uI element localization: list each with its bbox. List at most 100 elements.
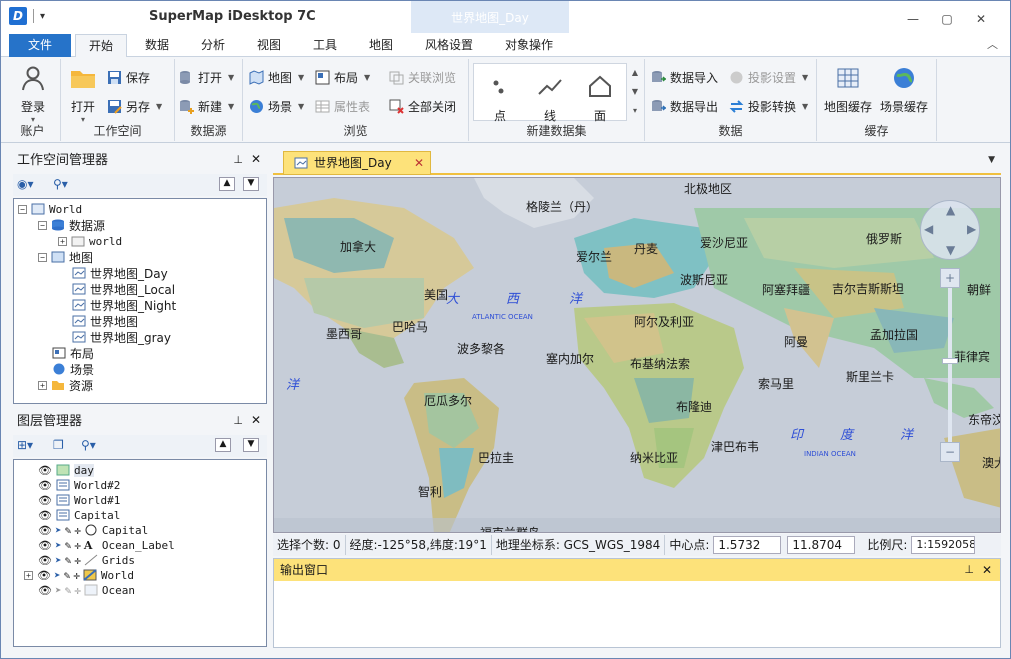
- tree-item-datasource-world[interactable]: + world: [58, 233, 122, 249]
- tree-item-maps[interactable]: − 地图: [38, 249, 93, 265]
- move-down-icon[interactable]: ▼: [243, 438, 259, 452]
- selectable-arrow-icon[interactable]: ➤: [54, 569, 61, 582]
- zoom-in-icon[interactable]: +: [940, 268, 960, 288]
- data-export-button[interactable]: 数据导出: [651, 96, 718, 116]
- editable-pencil-icon[interactable]: ✎: [65, 539, 72, 552]
- pan-right-icon[interactable]: ▶: [967, 222, 976, 236]
- close-all-button[interactable]: 全部关闭: [389, 96, 456, 116]
- editable-pencil-icon[interactable]: ✎: [65, 584, 72, 597]
- selectable-arrow-icon[interactable]: ➤: [55, 524, 62, 537]
- layer-row-capital-thematic[interactable]: 👁 Capital: [38, 507, 120, 523]
- tree-item-map-gray[interactable]: 世界地图_gray: [72, 329, 171, 345]
- visibility-eye-icon[interactable]: 👁: [38, 524, 52, 537]
- zoom-thumb[interactable]: [942, 358, 958, 364]
- map-button[interactable]: 地图 ▼: [249, 67, 304, 87]
- tab-view[interactable]: 视图: [245, 34, 293, 57]
- layer-row-grids[interactable]: 👁 ➤ ✎ ✛ Grids: [38, 552, 135, 568]
- document-tab-map-day[interactable]: 世界地图_Day ✕: [283, 151, 431, 175]
- tab-data[interactable]: 数据: [133, 34, 181, 57]
- pin-icon[interactable]: ⊥: [233, 153, 243, 166]
- login-button[interactable]: 登录 ▾: [11, 65, 55, 124]
- layout-button[interactable]: 布局 ▼: [315, 67, 370, 87]
- zoom-track[interactable]: [948, 288, 952, 444]
- visibility-eye-icon[interactable]: 👁: [38, 539, 52, 552]
- pin-icon[interactable]: ⊥: [233, 414, 243, 427]
- layer-row-world[interactable]: + 👁 ➤ ✎ ✛ World: [24, 567, 134, 583]
- save-button[interactable]: 保存: [107, 67, 150, 87]
- tree-item-world-workspace[interactable]: − World: [18, 201, 82, 217]
- close-panel-icon[interactable]: ✕: [982, 559, 992, 581]
- selectable-arrow-icon[interactable]: ➤: [55, 554, 62, 567]
- pin-icon[interactable]: ⊥: [964, 559, 974, 581]
- snap-icon[interactable]: ✛: [74, 584, 81, 597]
- search-icon[interactable]: ⚲▾: [53, 177, 68, 191]
- tree-item-datasources[interactable]: − 数据源: [38, 217, 105, 233]
- tab-style-settings[interactable]: 风格设置: [415, 34, 483, 57]
- tab-list-dropdown-icon[interactable]: ▼: [988, 155, 995, 165]
- search-icon[interactable]: ⚲▾: [81, 438, 96, 452]
- snap-icon[interactable]: ✛: [74, 554, 81, 567]
- link-browse-button[interactable]: 关联浏览: [389, 67, 456, 87]
- save-as-button[interactable]: 另存 ▼: [107, 96, 162, 116]
- selectable-arrow-icon[interactable]: ➤: [55, 539, 62, 552]
- tree-item-map-local[interactable]: 世界地图_Local: [72, 281, 175, 297]
- visibility-eye-icon[interactable]: 👁: [38, 494, 52, 507]
- zoom-slider[interactable]: + −: [940, 268, 960, 464]
- close-panel-icon[interactable]: ✕: [251, 413, 261, 427]
- scene-button[interactable]: 场景 ▼: [249, 96, 304, 116]
- snap-icon[interactable]: ✛: [74, 524, 81, 537]
- visibility-eye-icon[interactable]: 👁: [38, 479, 52, 492]
- open-datasource-button[interactable]: 打开 ▼: [179, 67, 234, 87]
- tab-file[interactable]: 文件: [9, 34, 71, 57]
- projection-convert-button[interactable]: 投影转换 ▼: [729, 96, 808, 116]
- selectable-arrow-icon[interactable]: ➤: [55, 584, 62, 597]
- zoom-out-icon[interactable]: −: [940, 442, 960, 462]
- collapse-icon[interactable]: −: [38, 220, 47, 230]
- new-datasource-button[interactable]: 新建 ▼: [179, 96, 234, 116]
- snap-icon[interactable]: ✛: [73, 569, 80, 582]
- layer-row-ocean[interactable]: 👁 ➤ ✎ ✛ Ocean: [38, 582, 135, 598]
- layer-row-day[interactable]: 👁 day: [38, 462, 94, 478]
- pan-left-icon[interactable]: ◀: [924, 222, 933, 236]
- visibility-eye-icon[interactable]: 👁: [38, 554, 52, 567]
- minimize-button[interactable]: —: [896, 9, 930, 29]
- close-panel-icon[interactable]: ✕: [251, 152, 261, 166]
- map-cache-button[interactable]: 地图缓存: [821, 65, 875, 115]
- tree-item-map-day[interactable]: 世界地图_Day: [72, 265, 168, 281]
- data-import-button[interactable]: 数据导入: [651, 67, 718, 87]
- new-point-button[interactable]: 点: [480, 74, 520, 124]
- tree-item-resources[interactable]: + 资源: [38, 377, 93, 393]
- tree-item-map-night[interactable]: 世界地图_Night: [72, 297, 176, 313]
- collapse-ribbon-icon[interactable]: ︿: [987, 36, 998, 52]
- editable-pencil-icon[interactable]: ✎: [65, 554, 72, 567]
- pan-control[interactable]: ▲ ▼ ◀ ▶: [920, 200, 980, 260]
- tab-object-operations[interactable]: 对象操作: [495, 34, 563, 57]
- maximize-button[interactable]: ▢: [930, 9, 964, 29]
- new-line-button[interactable]: 线: [530, 74, 570, 124]
- move-up-icon[interactable]: ▲: [215, 438, 231, 452]
- layer-row-world2[interactable]: 👁 World#2: [38, 477, 120, 493]
- add-layer-icon[interactable]: ⊞▾: [17, 438, 33, 452]
- layer-row-ocean-label[interactable]: 👁 ➤ ✎ ✛ A Ocean_Label: [38, 537, 175, 553]
- expand-icon[interactable]: +: [24, 570, 33, 580]
- scene-cache-button[interactable]: 场景缓存: [877, 65, 931, 115]
- visibility-eye-icon[interactable]: 👁: [38, 464, 52, 477]
- expand-icon[interactable]: +: [38, 380, 47, 390]
- visibility-eye-icon[interactable]: 👁: [38, 584, 52, 597]
- move-down-icon[interactable]: ▼: [243, 177, 259, 191]
- pan-down-icon[interactable]: ▼: [946, 243, 955, 257]
- collapse-icon[interactable]: −: [38, 252, 47, 262]
- tree-item-scenes[interactable]: 场景: [52, 361, 94, 377]
- tab-tools[interactable]: 工具: [301, 34, 349, 57]
- editable-pencil-icon[interactable]: ✎: [65, 524, 72, 537]
- view-options-icon[interactable]: ◉▾: [17, 177, 34, 191]
- tree-item-map-world[interactable]: 世界地图: [72, 313, 138, 329]
- layer-row-world1[interactable]: 👁 World#1: [38, 492, 120, 508]
- gallery-scroll-icon[interactable]: ▲ ▼ ▾: [629, 63, 641, 121]
- editable-pencil-icon[interactable]: ✎: [64, 569, 71, 582]
- customize-quick-access-icon[interactable]: ▾: [40, 11, 45, 22]
- expand-icon[interactable]: +: [58, 236, 67, 246]
- tab-analysis[interactable]: 分析: [189, 34, 237, 57]
- scale-input[interactable]: 1:159205891: [911, 536, 976, 554]
- projection-settings-button[interactable]: 投影设置 ▼: [729, 67, 808, 87]
